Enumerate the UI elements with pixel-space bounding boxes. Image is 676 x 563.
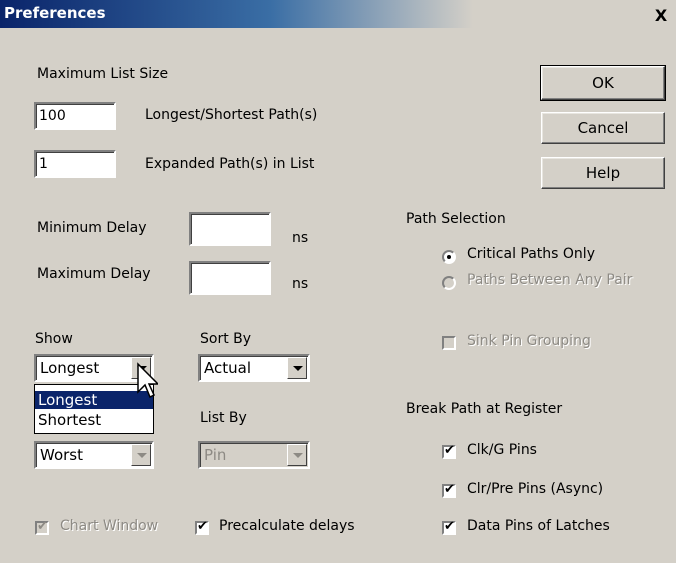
show-option-shortest[interactable]: Shortest <box>35 411 153 429</box>
ok-button[interactable]: OK <box>540 65 666 101</box>
list-by-dropdown-arrow-icon[interactable] <box>287 444 307 466</box>
precalculate-delays-label: Precalculate delays <box>219 518 355 534</box>
maximum-delay-unit: ns <box>292 276 309 292</box>
minimum-delay-input[interactable] <box>189 212 271 246</box>
list-by-combo[interactable]: Pin <box>198 441 310 469</box>
close-icon[interactable]: X <box>652 8 670 26</box>
sort-by-label: Sort By <box>200 331 252 347</box>
maximum-delay-input[interactable] <box>189 261 271 295</box>
clk-g-pins-checkbox[interactable] <box>442 443 456 459</box>
list-by-combo-value: Pin <box>204 446 227 464</box>
help-button[interactable]: Help <box>541 157 665 189</box>
sort-by-combo[interactable]: Actual <box>198 354 310 382</box>
paths-between-label: Paths Between Any Pair <box>467 272 633 288</box>
mouse-cursor-icon <box>137 362 158 399</box>
data-pins-latches-checkbox[interactable] <box>442 519 456 535</box>
sort-by-dropdown-arrow-icon[interactable] <box>287 357 307 379</box>
show-label: Show <box>35 331 73 347</box>
clk-g-pins-label: Clk/G Pins <box>467 442 537 458</box>
clr-pre-pins-label: Clr/Pre Pins (Async) <box>467 481 604 497</box>
minimum-delay-unit: ns <box>292 230 309 246</box>
worst-combo-value: Worst <box>40 446 83 464</box>
max-list-size-heading: Maximum List Size <box>37 66 169 82</box>
worst-combo[interactable]: Worst <box>34 441 154 469</box>
show-combo-value: Longest <box>40 359 100 377</box>
critical-paths-label: Critical Paths Only <box>467 246 595 262</box>
worst-dropdown-arrow-icon[interactable] <box>131 444 151 466</box>
sort-by-combo-value: Actual <box>204 359 251 377</box>
list-by-label: List By <box>200 410 247 426</box>
break-path-heading: Break Path at Register <box>406 401 563 417</box>
longest-shortest-input[interactable]: 100 <box>34 102 116 130</box>
title-bar[interactable]: Preferences X <box>0 0 676 28</box>
expanded-paths-label: Expanded Path(s) in List <box>145 156 315 172</box>
maximum-delay-label: Maximum Delay <box>37 266 151 282</box>
sink-pin-grouping-label: Sink Pin Grouping <box>467 333 591 349</box>
path-selection-heading: Path Selection <box>406 211 506 227</box>
clr-pre-pins-checkbox[interactable] <box>442 482 456 498</box>
expanded-paths-input[interactable]: 1 <box>34 150 116 178</box>
minimum-delay-label: Minimum Delay <box>37 220 147 236</box>
critical-paths-radio[interactable] <box>442 250 456 264</box>
precalculate-delays-checkbox[interactable] <box>195 519 209 535</box>
paths-between-radio[interactable] <box>442 276 456 290</box>
data-pins-latches-label: Data Pins of Latches <box>467 518 610 534</box>
chart-window-label: Chart Window <box>60 518 159 534</box>
cancel-button[interactable]: Cancel <box>541 112 665 144</box>
dialog-title: Preferences <box>4 4 106 22</box>
chart-window-checkbox[interactable] <box>35 519 49 535</box>
sink-pin-grouping-checkbox[interactable] <box>442 336 456 350</box>
preferences-dialog: Preferences X Maximum List Size 100 Long… <box>0 0 676 563</box>
longest-shortest-label: Longest/Shortest Path(s) <box>145 107 318 123</box>
